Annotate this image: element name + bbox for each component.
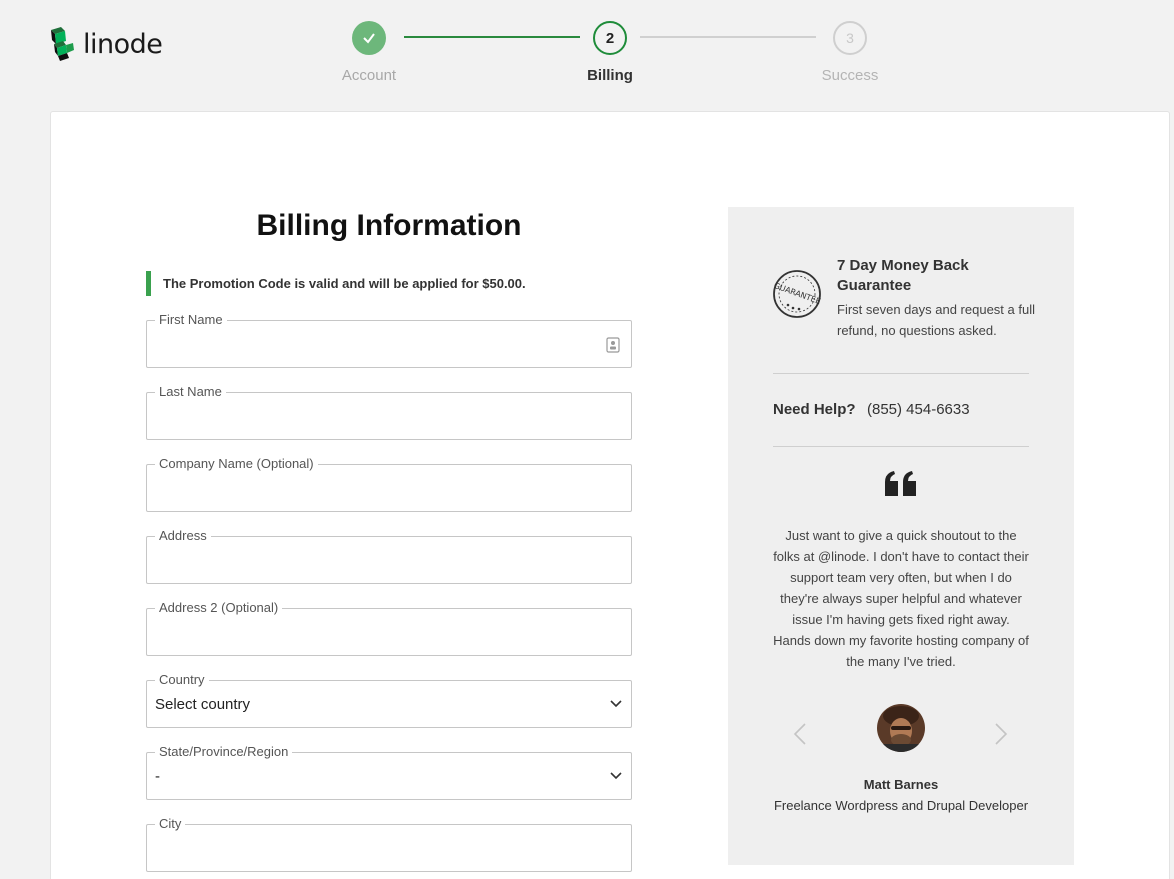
address2-field[interactable]: Address 2 (Optional) xyxy=(146,600,632,656)
step-success-label: Success xyxy=(821,67,879,84)
step-account-complete-icon xyxy=(352,21,386,55)
first-name-field[interactable]: First Name xyxy=(146,312,632,368)
state-value: - xyxy=(155,768,160,785)
help-phone[interactable]: (855) 454-6633 xyxy=(867,401,970,418)
address2-label: Address 2 (Optional) xyxy=(155,600,283,616)
chevron-right-icon[interactable] xyxy=(994,722,1008,746)
testimonial-author: Matt Barnes xyxy=(863,777,939,792)
testimonial-role: Freelance Wordpress and Drupal Developer xyxy=(773,798,1029,813)
last-name-field[interactable]: Last Name xyxy=(146,384,632,440)
guarantee-badge-icon: GUARANTEE xyxy=(773,270,822,318)
step-account-label: Account xyxy=(341,67,397,84)
testimonial-quote: Just want to give a quick shoutout to th… xyxy=(773,528,1029,669)
divider xyxy=(773,373,1029,374)
city-field[interactable]: City xyxy=(146,816,632,872)
first-name-input[interactable] xyxy=(155,331,601,359)
step-billing-number: 2 xyxy=(593,21,627,55)
country-label: Country xyxy=(155,672,209,688)
step-success-number: 3 xyxy=(833,21,867,55)
chevron-left-icon[interactable] xyxy=(793,722,807,746)
divider xyxy=(773,446,1029,447)
address2-input[interactable] xyxy=(155,619,601,647)
promo-notice: The Promotion Code is valid and will be … xyxy=(146,271,526,296)
step-connector-complete xyxy=(404,36,580,38)
address-field[interactable]: Address xyxy=(146,528,632,584)
first-name-label: First Name xyxy=(155,312,227,328)
chevron-down-icon xyxy=(610,772,622,780)
address-label: Address xyxy=(155,528,211,544)
signup-stepper: 2 3 Account Billing Success xyxy=(0,20,1174,90)
svg-text:GUARANTEE: GUARANTEE xyxy=(773,281,822,306)
step-connector-pending xyxy=(640,36,816,38)
last-name-label: Last Name xyxy=(155,384,226,400)
company-name-field[interactable]: Company Name (Optional) xyxy=(146,456,632,512)
country-value: Select country xyxy=(155,696,251,713)
state-label: State/Province/Region xyxy=(155,744,293,760)
city-input[interactable] xyxy=(155,835,601,863)
company-name-label: Company Name (Optional) xyxy=(155,456,318,472)
state-select[interactable]: State/Province/Region - xyxy=(146,744,632,800)
address-input[interactable] xyxy=(155,547,601,575)
help-label: Need Help? xyxy=(773,401,856,418)
page-title: Billing Information xyxy=(256,209,522,242)
chevron-down-icon xyxy=(610,700,622,708)
country-select[interactable]: Country Select country xyxy=(146,672,632,728)
company-name-input[interactable] xyxy=(155,475,601,503)
last-name-input[interactable] xyxy=(155,403,601,431)
guarantee-text: First seven days and request a full refu… xyxy=(837,302,1035,338)
avatar xyxy=(877,704,925,752)
guarantee-title: 7 Day Money Back Guarantee xyxy=(837,257,969,294)
step-billing-label: Billing xyxy=(587,67,633,84)
city-label: City xyxy=(155,816,186,832)
quote-icon xyxy=(885,471,916,496)
contact-card-icon[interactable] xyxy=(606,337,620,353)
